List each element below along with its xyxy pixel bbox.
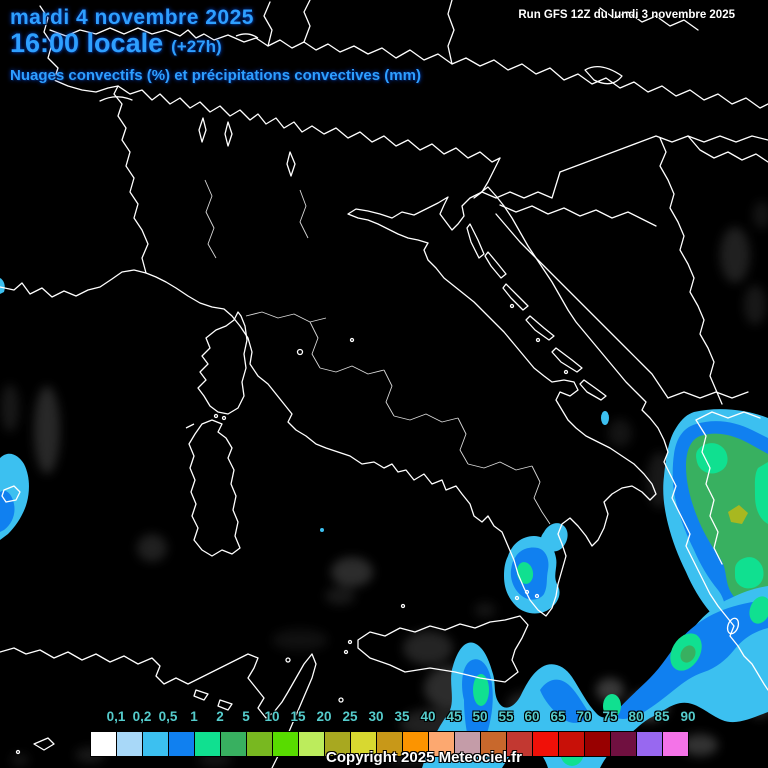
- legend-label: 15: [290, 709, 306, 724]
- legend-swatch: [247, 732, 273, 756]
- legend-swatch: [299, 732, 325, 756]
- local-time: 16:00 locale: [10, 28, 164, 58]
- legend-swatch: [559, 732, 585, 756]
- legend-label: 65: [550, 709, 566, 724]
- legend-label: 0,2: [132, 709, 152, 724]
- date-title: mardi 4 novembre 2025: [10, 6, 254, 29]
- legend-label: 85: [654, 709, 670, 724]
- legend-swatch: [143, 732, 169, 756]
- legend-swatch: [117, 732, 143, 756]
- legend-label: 20: [316, 709, 332, 724]
- legend-labels: 0,1 0,2 0,5 1 2 5 10 15 20 25 30 35 40 45 50 55 60 65 70 75…: [0, 709, 768, 729]
- legend-swatch: [195, 732, 221, 756]
- legend-label: 0,1: [106, 709, 126, 724]
- legend-label: 10: [264, 709, 280, 724]
- legend-label: 30: [368, 709, 384, 724]
- legend-label: 70: [576, 709, 592, 724]
- italy-weather-map: [0, 0, 768, 768]
- legend-swatch: [91, 732, 117, 756]
- legend-label: 5: [242, 709, 250, 724]
- model-run-info: Run GFS 12Z du lundi 3 novembre 2025: [518, 9, 735, 21]
- sea-background: [0, 0, 768, 768]
- legend-label: 1: [190, 709, 198, 724]
- legend-label: 75: [602, 709, 618, 724]
- legend-swatch: [611, 732, 637, 756]
- legend-swatch: [273, 732, 299, 756]
- legend-label: 60: [524, 709, 540, 724]
- forecast-offset: (+27h): [171, 37, 222, 56]
- legend-label: 55: [498, 709, 514, 724]
- copyright-text: Copyright 2025 Meteociel.fr: [326, 749, 522, 766]
- map-subtitle: Nuages convectifs (%) et précipitations …: [10, 67, 421, 84]
- legend-label: 35: [394, 709, 410, 724]
- time-title: 16:00 locale (+27h): [10, 28, 222, 59]
- legend-label: 50: [472, 709, 488, 724]
- legend-label: 40: [420, 709, 436, 724]
- legend-label: 2: [216, 709, 224, 724]
- legend-label: 45: [446, 709, 462, 724]
- legend-swatch: [637, 732, 663, 756]
- legend-label: 80: [628, 709, 644, 724]
- legend-swatch: [585, 732, 611, 756]
- legend-label: 90: [680, 709, 696, 724]
- weather-map-page: mardi 4 novembre 2025 16:00 locale (+27h)…: [0, 0, 768, 768]
- legend-swatch: [533, 732, 559, 756]
- legend-label: 0,5: [158, 709, 178, 724]
- legend-swatch: [169, 732, 195, 756]
- legend-swatch: [663, 732, 688, 756]
- legend-swatch: [221, 732, 247, 756]
- legend-label: 25: [342, 709, 358, 724]
